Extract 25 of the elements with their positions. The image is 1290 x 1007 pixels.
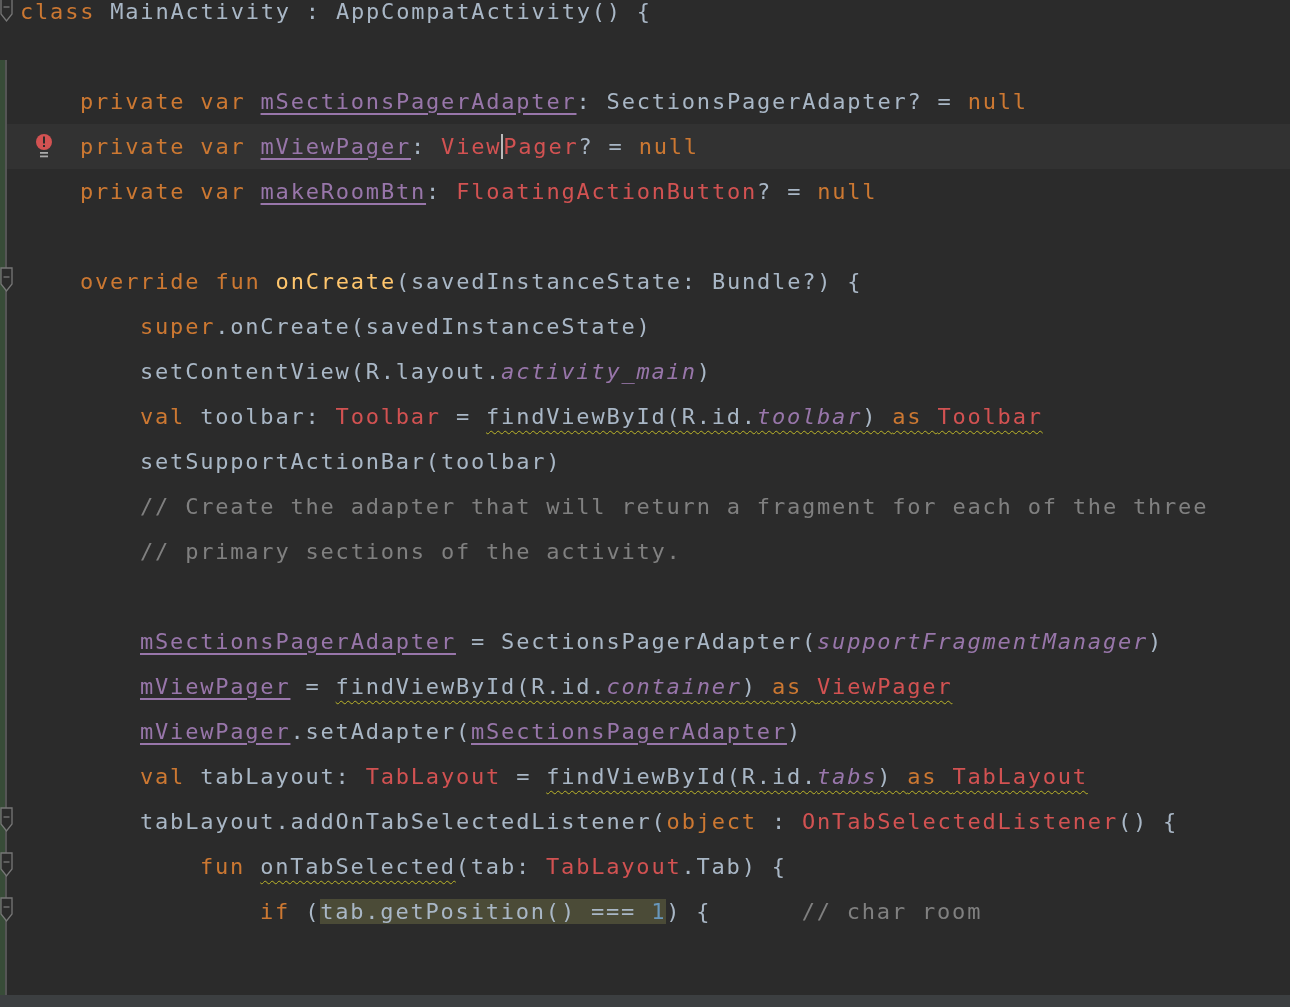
code-line: mSectionsPagerAdapter = SectionsPagerAdapter(supportFragmentManager) — [140, 628, 1164, 656]
fold-icon[interactable] — [0, 0, 13, 23]
code-comment: // Create the adapter that will return a fragment for each of the three — [140, 493, 1209, 521]
code-line: private var mSectionsPagerAdapter: SectionsPagerAdapter? = null — [80, 88, 1028, 116]
code-line: super.onCreate(savedInstanceState) — [140, 313, 652, 341]
code-line: val toolbar: Toolbar = findViewById(R.id.toolbar) as Toolbar — [140, 403, 1043, 431]
horizontal-scrollbar[interactable] — [0, 995, 1290, 1007]
code-line: private var makeRoomBtn: FloatingActionButton? = null — [80, 178, 878, 206]
error-bulb-icon[interactable] — [35, 133, 53, 159]
code-line: setSupportActionBar(toolbar) — [140, 448, 562, 476]
code-line: mViewPager.setAdapter(mSectionsPagerAdapter) — [140, 718, 802, 746]
fold-icon[interactable] — [0, 897, 13, 923]
code-line: setContentView(R.layout.activity_main) — [140, 358, 712, 386]
fold-icon[interactable] — [0, 267, 13, 293]
code-line: tabLayout.addOnTabSelectedListener(object : OnTabSelectedListener() { — [140, 808, 1179, 836]
code-line: mViewPager = findViewById(R.id.container) as ViewPager — [140, 673, 953, 701]
code-line: val tabLayout: TabLayout = findViewById(R.id.tabs) as TabLayout — [140, 763, 1088, 791]
fold-icon[interactable] — [0, 807, 13, 833]
code-comment: // primary sections of the activity. — [140, 538, 682, 566]
code-line: class MainActivity : AppCompatActivity() { — [20, 0, 652, 26]
code-line: override fun onCreate(savedInstanceState: Bundle?) { — [80, 268, 863, 296]
code-line: if (tab.getPosition() === 1) { // char room — [260, 898, 983, 926]
code-line: private var mViewPager: View Pager? = null — [80, 133, 699, 161]
fold-icon[interactable] — [0, 852, 13, 878]
code-line: fun onTabSelected(tab: TabLayout.Tab) { — [200, 853, 787, 881]
